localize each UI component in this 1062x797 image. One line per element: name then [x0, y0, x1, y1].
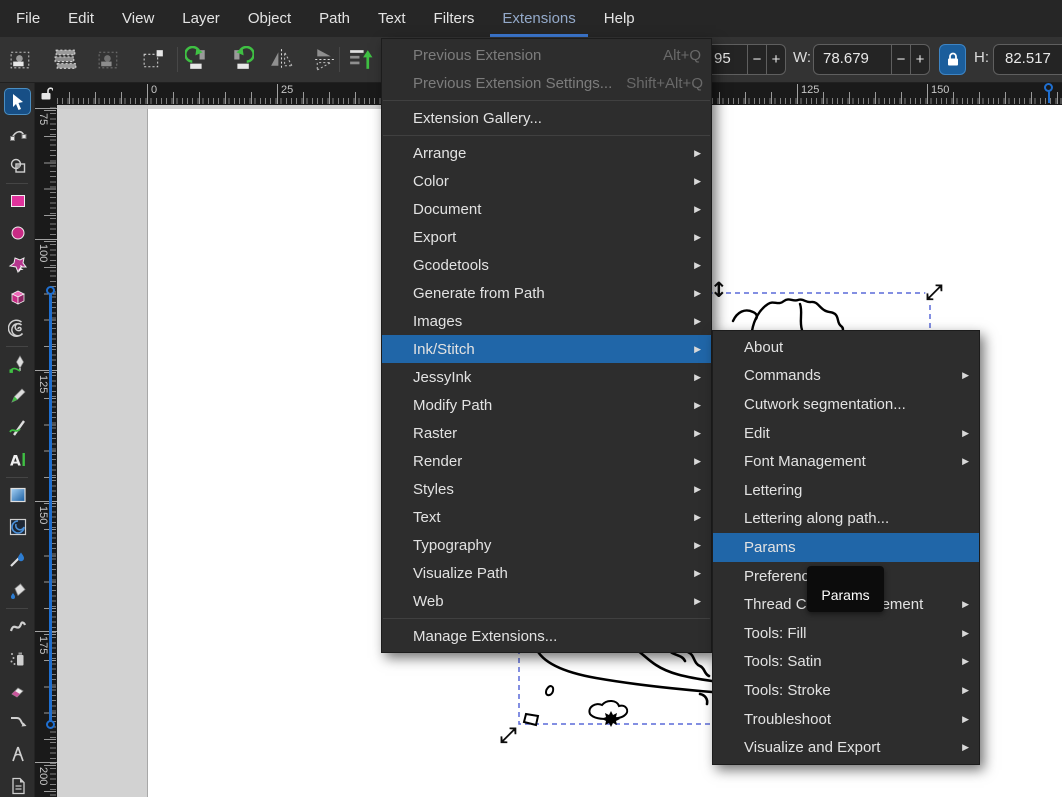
map-outline-bottom [536, 648, 712, 704]
menu-item-manage-extensions[interactable]: Manage Extensions... [382, 622, 711, 650]
menu-item-gcodetools[interactable]: Gcodetools [382, 251, 711, 279]
menu-item-edit[interactable]: Edit [713, 419, 979, 448]
menu-item-previous-extension: Previous Extension Alt+Q [382, 41, 711, 69]
menu-path[interactable]: Path [307, 0, 362, 37]
menu-item-modify-path[interactable]: Modify Path [382, 391, 711, 419]
menu-item-images[interactable]: Images [382, 307, 711, 335]
menu-edit[interactable]: Edit [56, 0, 106, 37]
menu-item-ink-stitch[interactable]: Ink/Stitch [382, 335, 711, 363]
menu-file[interactable]: File [4, 0, 52, 37]
menu-item-raster[interactable]: Raster [382, 419, 711, 447]
menu-item-color[interactable]: Color [382, 167, 711, 195]
menu-separator [383, 618, 710, 619]
params-tooltip: Params [807, 566, 884, 612]
menu-item-typography[interactable]: Typography [382, 531, 711, 559]
menu-extensions[interactable]: Extensions [490, 0, 587, 37]
menu-item-visualize-path[interactable]: Visualize Path [382, 559, 711, 587]
menu-layer[interactable]: Layer [170, 0, 232, 37]
menu-view[interactable]: View [110, 0, 166, 37]
shortcut-label: Alt+Q [649, 47, 701, 64]
menu-item-render[interactable]: Render [382, 447, 711, 475]
menu-item-jessyink[interactable]: JessyInk [382, 363, 711, 391]
menu-filters[interactable]: Filters [422, 0, 487, 37]
menu-item-extension-gallery[interactable]: Extension Gallery... [382, 104, 711, 132]
menu-item-previous-extension-settings: Previous Extension Settings... Shift+Alt… [382, 69, 711, 97]
menu-item-visualize-and-export[interactable]: Visualize and Export [713, 733, 979, 762]
ink-stitch-submenu: About Commands Cutwork segmentation... E… [712, 330, 980, 765]
menu-item-params[interactable]: Params [713, 533, 979, 562]
menu-item-tools-fill[interactable]: Tools: Fill [713, 619, 979, 648]
menu-item-arrange[interactable]: Arrange [382, 139, 711, 167]
menu-item-troubleshoot[interactable]: Troubleshoot [713, 705, 979, 734]
menu-item-commands[interactable]: Commands [713, 362, 979, 391]
menu-item-web[interactable]: Web [382, 587, 711, 615]
menu-item-generate-from-path[interactable]: Generate from Path [382, 279, 711, 307]
menu-item-font-management[interactable]: Font Management [713, 447, 979, 476]
menu-item-about[interactable]: About [713, 333, 979, 362]
map-outline-top [733, 299, 843, 333]
scale-handle-corner-icon[interactable]: ⤢ [500, 723, 517, 747]
shortcut-label: Shift+Alt+Q [612, 75, 703, 92]
menu-item-document[interactable]: Document [382, 195, 711, 223]
extensions-dropdown-menu: Previous Extension Alt+Q Previous Extens… [381, 38, 712, 653]
menu-item-tools-stroke[interactable]: Tools: Stroke [713, 676, 979, 705]
menu-help[interactable]: Help [592, 0, 647, 37]
menu-separator [383, 135, 710, 136]
menu-text[interactable]: Text [366, 0, 418, 37]
menu-item-export[interactable]: Export [382, 223, 711, 251]
menubar: File Edit View Layer Object Path Text Fi… [0, 0, 1062, 37]
menu-separator [383, 100, 710, 101]
menu-object[interactable]: Object [236, 0, 303, 37]
menu-item-tools-satin[interactable]: Tools: Satin [713, 648, 979, 677]
menu-item-lettering-along-path[interactable]: Lettering along path... [713, 505, 979, 534]
scale-handle-vertical-icon[interactable]: ↕ [710, 278, 728, 302]
menu-item-styles[interactable]: Styles [382, 475, 711, 503]
menu-item-lettering[interactable]: Lettering [713, 476, 979, 505]
inkscape-window: ↕ ⤢ ⤢ File Edit View Layer Object Path T… [0, 0, 1062, 797]
menu-item-cutwork-segmentation[interactable]: Cutwork segmentation... [713, 390, 979, 419]
tooltip-text: Params [821, 587, 869, 603]
menu-item-text[interactable]: Text [382, 503, 711, 531]
scale-handle-corner-icon[interactable]: ⤢ [926, 280, 943, 304]
